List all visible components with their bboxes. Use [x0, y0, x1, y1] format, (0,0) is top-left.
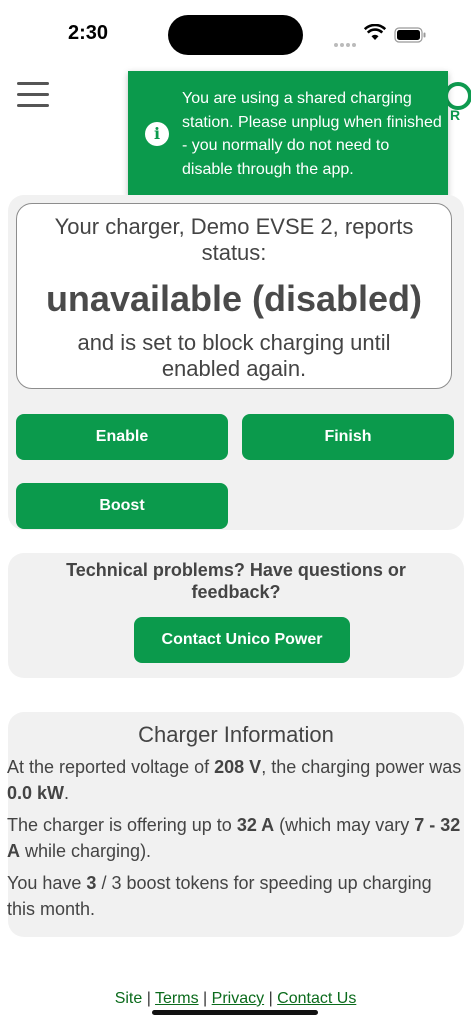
- status-bar: 2:30: [0, 0, 471, 70]
- cellular-signal-icon: [334, 34, 358, 52]
- finish-button[interactable]: Finish: [242, 414, 454, 460]
- footer-separator: |: [268, 990, 273, 1007]
- enable-button[interactable]: Enable: [16, 414, 228, 460]
- dynamic-island: [168, 15, 303, 55]
- tokens-info: You have 3 / 3 boost tokens for speeding…: [7, 873, 432, 919]
- status-detail: and is set to block charging until enabl…: [77, 330, 391, 381]
- charger-info-card: Charger Information At the reported volt…: [7, 712, 464, 937]
- footer-links: Site | Terms | Privacy | Contact Us: [0, 990, 471, 1008]
- site-link[interactable]: Site: [115, 990, 143, 1007]
- status-time: 2:30: [68, 22, 109, 44]
- boost-button[interactable]: Boost: [16, 483, 228, 529]
- svg-text:R: R: [450, 107, 460, 123]
- battery-icon: [394, 27, 426, 43]
- status-intro: Your charger, Demo EVSE 2, reports statu…: [54, 214, 414, 265]
- hamburger-menu-icon[interactable]: [17, 82, 49, 108]
- terms-link[interactable]: Terms: [155, 990, 199, 1007]
- current-value: 32 A: [236, 815, 275, 835]
- current-info: The charger is offering up to 32 A (whic…: [7, 815, 461, 861]
- toast-message: You are using a shared charging station.…: [182, 90, 442, 178]
- charger-status-card: Your charger, Demo EVSE 2, reports statu…: [8, 195, 464, 530]
- info-title: Charger Information: [138, 722, 334, 747]
- voltage-info: At the reported voltage of 208 V, the ch…: [7, 757, 462, 803]
- privacy-link[interactable]: Privacy: [212, 990, 264, 1007]
- status-box: Your charger, Demo EVSE 2, reports statu…: [16, 203, 452, 389]
- footer-separator: |: [203, 990, 208, 1007]
- shared-station-toast[interactable]: i You are using a shared charging statio…: [128, 71, 448, 196]
- help-card: Technical problems? Have questions or fe…: [8, 553, 464, 678]
- info-icon: i: [145, 122, 169, 146]
- power-value: 0.0 kW: [7, 783, 65, 803]
- help-text: Technical problems? Have questions or fe…: [66, 560, 406, 602]
- wifi-icon: [364, 24, 386, 40]
- voltage-value: 208 V: [214, 757, 262, 777]
- contact-unico-button[interactable]: Contact Unico Power: [134, 617, 350, 663]
- contact-us-link[interactable]: Contact Us: [277, 990, 356, 1007]
- footer-separator: |: [146, 990, 151, 1007]
- tokens-value: 3: [86, 873, 97, 893]
- status-value: unavailable (disabled): [45, 278, 423, 319]
- home-indicator: [152, 1010, 318, 1015]
